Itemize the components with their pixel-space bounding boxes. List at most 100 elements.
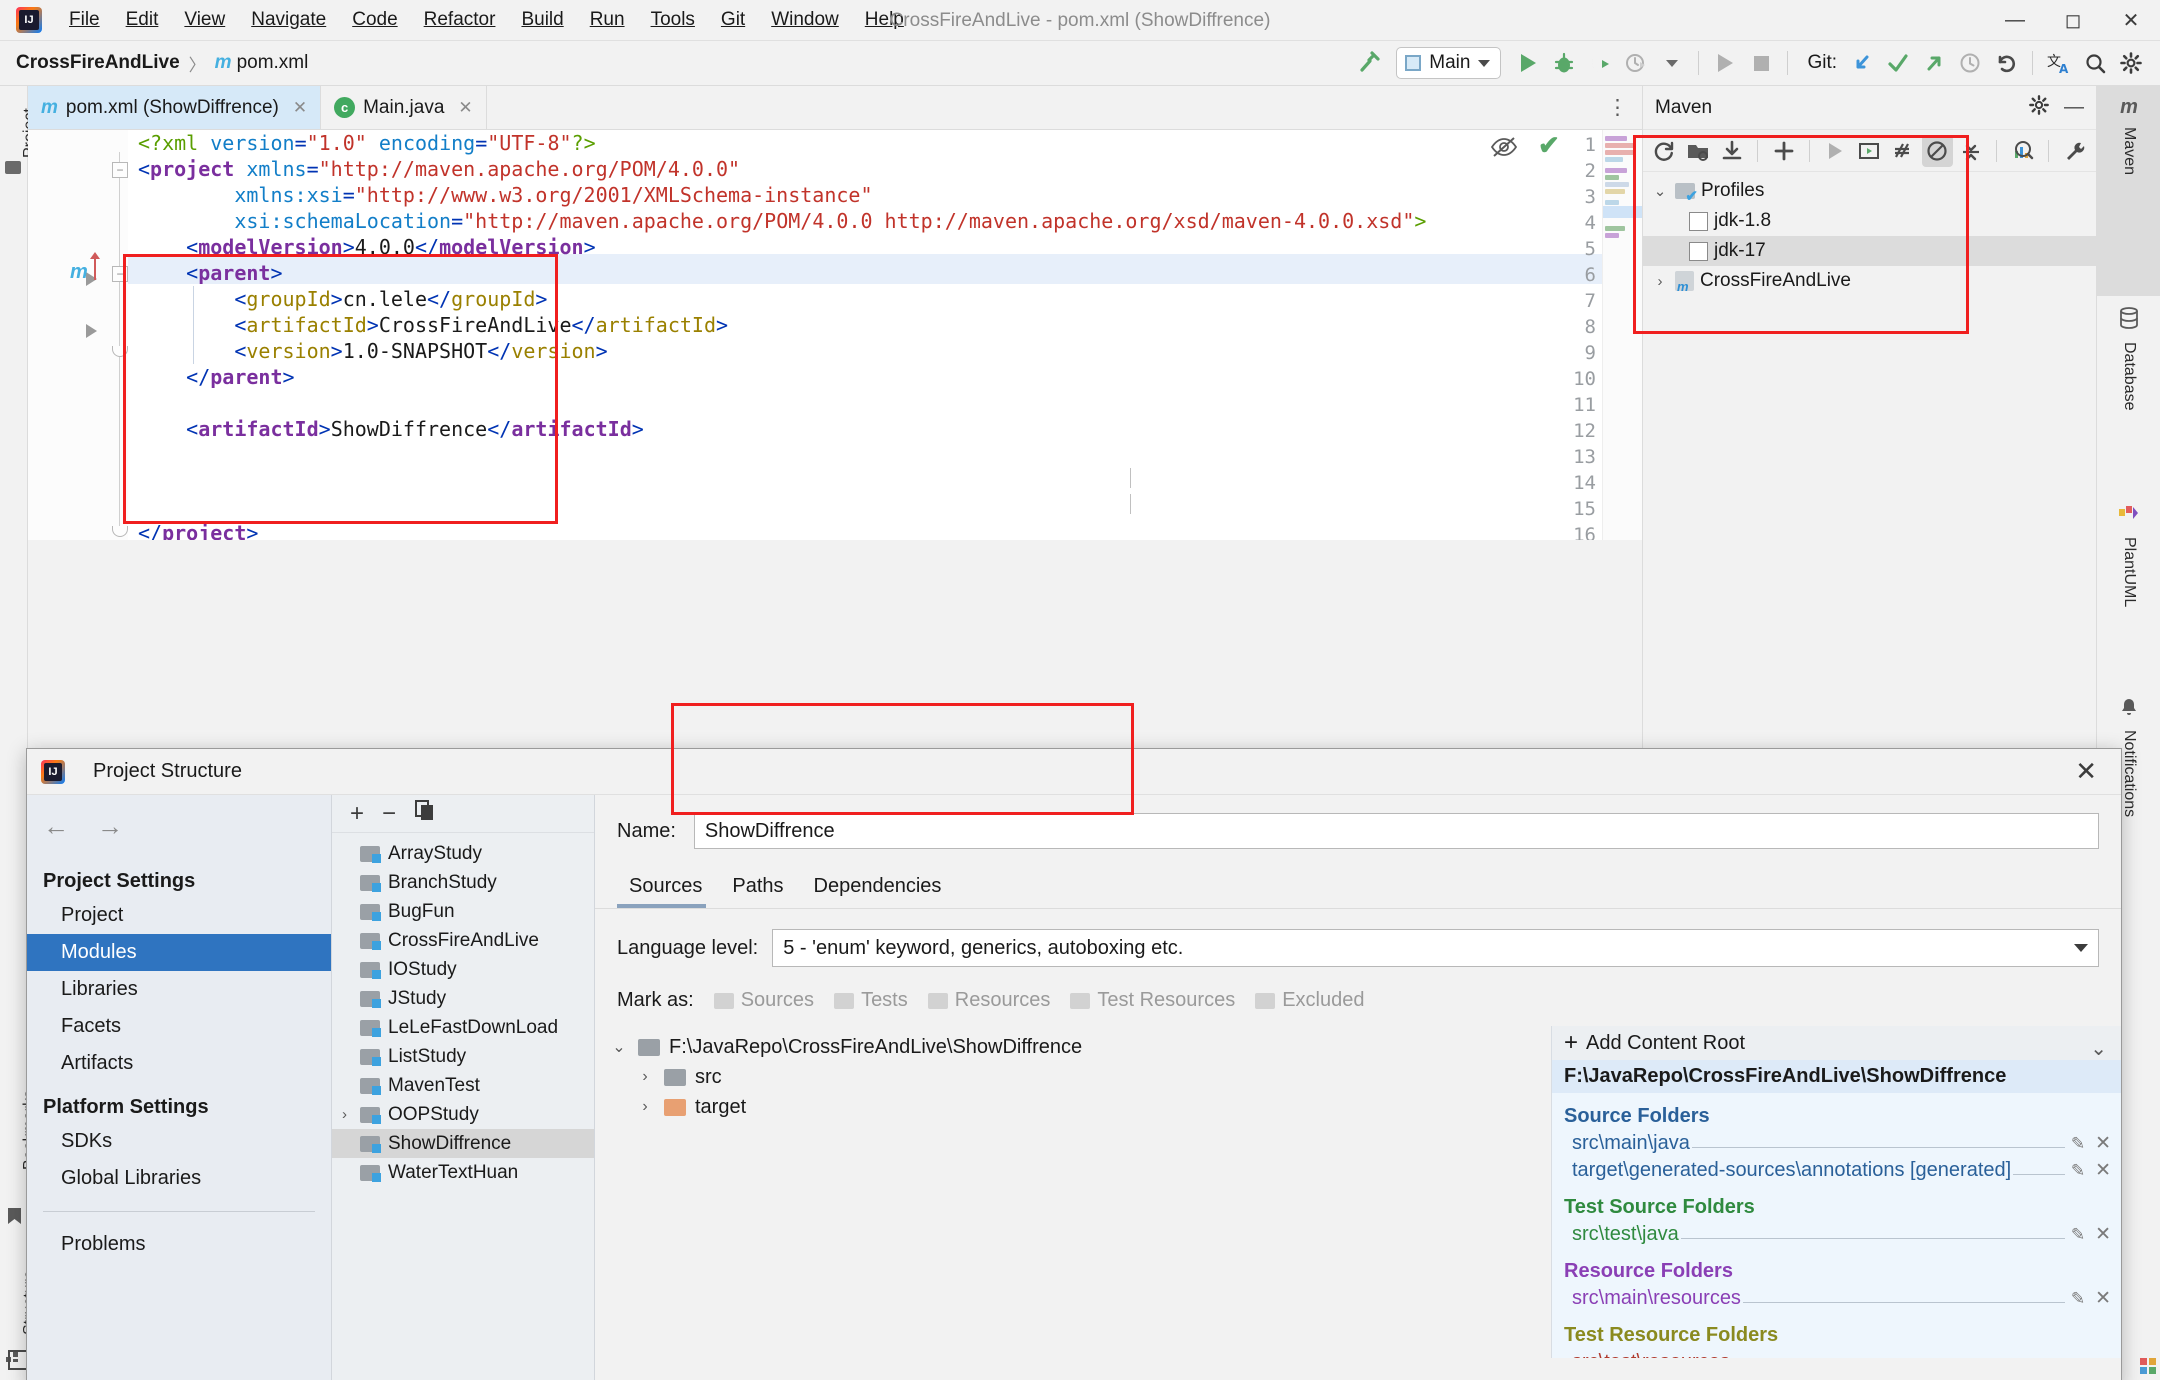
chevron-right-icon[interactable]: › [635,1098,655,1116]
profile-checkbox[interactable] [1689,241,1708,261]
resource-folder-row[interactable]: src\main\resources ✎ ✕ [1552,1285,2121,1312]
maven-generate-sources-icon[interactable] [1683,135,1714,167]
maven-settings-wrench-icon[interactable] [2059,135,2090,167]
rerun-icon[interactable] [1708,46,1742,80]
test-resource-folder-row[interactable]: src\test\resources [1552,1349,2121,1358]
module-row-showdiffrence[interactable]: ShowDiffrence [332,1129,594,1158]
source-folder-row[interactable]: target\generated-sources\annotations [ge… [1552,1157,2121,1184]
menu-help[interactable]: Help [852,6,917,34]
add-content-root-button[interactable]: + Add Content Root [1552,1026,2121,1060]
maven-profile-jdk17[interactable]: jdk-17 [1643,236,2096,266]
maven-analyze-dependencies-icon[interactable] [2007,135,2038,167]
inspection-ok-icon[interactable]: ✔ [1538,130,1560,161]
layout-toggle-icon[interactable] [8,1350,28,1370]
run-gutter-arrow[interactable] [86,324,97,338]
test-source-folder-row[interactable]: src\test\java ✎ ✕ [1552,1221,2121,1248]
module-row-lelefastdownload[interactable]: LeLeFastDownLoad [332,1013,594,1042]
settings-gear-icon[interactable] [2114,46,2148,80]
editor-scroll-stripe[interactable] [1602,130,1642,540]
sidebar-item-project[interactable]: Project [27,897,331,934]
search-icon[interactable] [2078,46,2112,80]
right-strip-item-maven[interactable]: m Maven [2097,86,2160,296]
profile-checkbox[interactable] [1689,211,1708,231]
menu-edit[interactable]: Edit [113,6,172,34]
editor-gutter[interactable] [28,130,128,540]
maven-marker-icon[interactable]: m [70,261,88,284]
mark-as-tests-button[interactable]: Tests [834,989,908,1012]
maven-collapse-all-icon[interactable] [1956,135,1987,167]
git-rollback-icon[interactable] [1989,46,2023,80]
project-folder-icon[interactable] [5,161,21,174]
profiler-icon[interactable] [1619,46,1653,80]
module-row-arraystudy[interactable]: ArrayStudy [332,839,594,868]
bookmark-icon[interactable] [7,1207,22,1230]
maven-tree-project-crossfireandlive[interactable]: › CrossFireAndLive [1643,266,2096,296]
modules-list[interactable]: ArrayStudy BranchStudy BugFun CrossFireA… [332,833,594,1187]
remove-module-button[interactable]: − [382,800,396,828]
chevron-right-icon[interactable]: › [635,1068,655,1086]
scroll-down-chevron-icon[interactable]: ⌄ [2090,1036,2107,1061]
module-row-watertexthuan[interactable]: WaterTextHuan [332,1158,594,1187]
tab-sources[interactable]: Sources [617,869,720,908]
maven-reload-icon[interactable] [1649,135,1680,167]
edit-pencil-icon[interactable]: ✎ [2071,1161,2085,1181]
dialog-close-button[interactable]: ✕ [2065,756,2107,787]
profiler-dropdown-icon[interactable] [1655,46,1689,80]
content-tree-row-src[interactable]: › src [609,1062,1551,1092]
git-push-icon[interactable] [1917,46,1951,80]
sidebar-item-libraries[interactable]: Libraries [27,971,331,1008]
content-tree-pane[interactable]: ⌄ F:\JavaRepo\CrossFireAndLive\ShowDiffr… [595,1026,1551,1358]
edit-pencil-icon[interactable]: ✎ [2071,1134,2085,1154]
maven-skip-tests-icon[interactable] [1888,135,1919,167]
maven-execute-goal-icon[interactable] [1854,135,1885,167]
tab-dependencies[interactable]: Dependencies [802,869,960,908]
menu-window[interactable]: Window [758,6,852,34]
debug-icon[interactable] [1547,46,1581,80]
copy-module-icon[interactable] [414,799,436,828]
module-row-branchstudy[interactable]: BranchStudy [332,868,594,897]
maven-projects-tree[interactable]: ⌄ Profiles jdk-1.8 jdk-17 › CrossFireAnd… [1643,172,2096,296]
edit-pencil-icon[interactable]: ✎ [2071,1289,2085,1309]
mark-as-resources-button[interactable]: Resources [927,989,1050,1012]
reader-mode-hidden-eye-icon[interactable] [1490,136,1518,164]
menu-code[interactable]: Code [339,6,410,34]
menu-view[interactable]: View [171,6,238,34]
menu-git[interactable]: Git [708,6,758,34]
project-structure-dialog[interactable]: Project Structure ✕ ← → Project Settings… [26,703,2122,1380]
maximize-button[interactable]: ◻ [2044,0,2102,41]
git-history-icon[interactable] [1953,46,1987,80]
hammer-build-icon[interactable] [1352,46,1386,80]
mark-as-test-resources-button[interactable]: Test Resources [1070,989,1235,1012]
breadcrumb-file[interactable]: pom.xml [237,52,309,74]
module-row-iostudy[interactable]: IOStudy [332,955,594,984]
sidebar-item-modules[interactable]: Modules [27,934,331,971]
run-icon[interactable] [1511,46,1545,80]
run-configuration-selector[interactable]: Main [1396,47,1502,79]
module-row-jstudy[interactable]: JStudy [332,984,594,1013]
code-editor[interactable]: 1 2 3 4 5 6 7 8 9 10 11 12 13 14 15 16 −… [28,130,1642,540]
add-module-button[interactable]: + [350,800,364,828]
mark-as-excluded-button[interactable]: Excluded [1255,989,1364,1012]
source-folder-row[interactable]: src\main\java ✎ ✕ [1552,1130,2121,1157]
right-strip-item-plantuml[interactable]: PlantUML [2097,496,2160,686]
maven-toggle-offline-icon[interactable] [1921,134,1953,167]
tab-close-icon[interactable]: ✕ [293,98,307,118]
module-row-oopstudy[interactable]: › OOPStudy [332,1100,594,1129]
stop-icon[interactable] [1744,46,1778,80]
chevron-down-icon[interactable]: ⌄ [609,1037,629,1057]
remove-folder-icon[interactable]: ✕ [2095,1159,2111,1182]
maven-reimport-arrow-icon[interactable] [90,252,100,280]
minimize-button[interactable]: — [1986,0,2044,41]
maven-run-icon[interactable] [1820,135,1851,167]
module-row-maventest[interactable]: MavenTest [332,1071,594,1100]
git-commit-icon[interactable] [1881,46,1915,80]
menu-file[interactable]: File [56,6,113,34]
maven-settings-gear-icon[interactable] [2028,94,2050,122]
menu-run[interactable]: Run [577,6,638,34]
sidebar-item-facets[interactable]: Facets [27,1008,331,1045]
mark-as-sources-button[interactable]: Sources [713,989,814,1012]
module-row-bugfun[interactable]: BugFun [332,897,594,926]
right-strip-item-database[interactable]: Database [2097,301,2160,491]
nav-back-button[interactable]: ← [43,811,69,842]
content-tree-row-target[interactable]: › target [609,1092,1551,1122]
